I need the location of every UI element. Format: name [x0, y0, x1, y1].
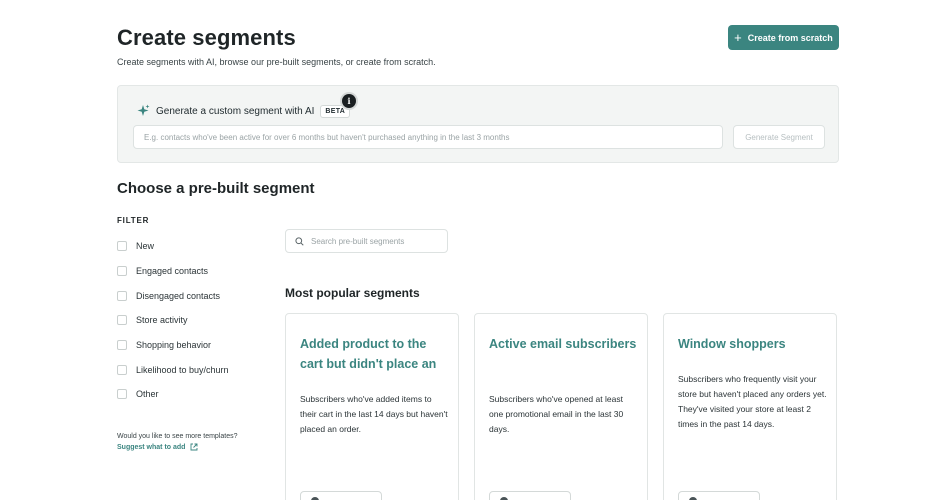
ai-prompt-placeholder: E.g. contacts who've been active for ove… [144, 132, 510, 142]
filter-item-store-activity[interactable]: Store activity [117, 308, 229, 333]
popular-segments-title: Most popular segments [285, 286, 420, 300]
filter-checkbox[interactable] [117, 241, 127, 252]
suggest-templates-link[interactable]: Suggest what to add [117, 443, 198, 451]
card-title: Added product to the cart but didn't pla… [300, 337, 437, 371]
card-title: Active email subscribers [489, 337, 637, 351]
filter-item-label: Likelihood to buy/churn [136, 364, 229, 375]
card-description: Subscribers who've opened at least one p… [489, 394, 624, 434]
filter-item-disengaged[interactable]: Disengaged contacts [117, 283, 229, 308]
segment-card-window-shoppers[interactable]: Window shoppers Subscribers who frequent… [663, 313, 837, 500]
ai-panel-header: Generate a custom segment with AI BETA [136, 104, 351, 118]
page-title: Create segments [117, 25, 296, 50]
filter-checkbox[interactable] [117, 315, 127, 326]
create-from-scratch-button[interactable]: + Create from scratch [728, 25, 839, 50]
use-segment-button[interactable] [300, 491, 382, 500]
filter-checkbox[interactable] [117, 364, 127, 375]
filter-item-label: Shopping behavior [136, 340, 212, 351]
filter-item-new[interactable]: New [117, 234, 229, 259]
filter-item-label: Other [136, 389, 159, 400]
suggest-link-label: Suggest what to add [117, 443, 186, 451]
filter-item-label: Store activity [136, 315, 188, 326]
external-link-icon [191, 443, 198, 451]
search-icon [295, 236, 304, 246]
filter-list: New Engaged contacts Disengaged contacts… [117, 234, 229, 407]
filter-item-shopping-behavior[interactable]: Shopping behavior [117, 333, 229, 358]
segment-card-abandoned-cart[interactable]: Added product to the cart but didn't pla… [285, 313, 459, 500]
search-input[interactable]: Search pre-built segments [285, 229, 448, 253]
filter-item-likelihood[interactable]: Likelihood to buy/churn [117, 357, 229, 382]
card-title: Window shoppers [678, 337, 786, 351]
filter-label: FILTER [117, 216, 150, 225]
search-placeholder: Search pre-built segments [311, 236, 405, 246]
use-segment-button[interactable] [678, 491, 760, 500]
create-from-scratch-label: Create from scratch [747, 32, 833, 43]
filter-item-label: Disengaged contacts [136, 290, 221, 301]
use-segment-button[interactable] [489, 491, 571, 500]
ai-panel-title: Generate a custom segment with AI [156, 105, 315, 117]
more-templates-text: Would you like to see more templates? [117, 433, 238, 440]
filter-item-label: Engaged contacts [136, 266, 209, 277]
info-icon[interactable]: i [342, 94, 356, 108]
card-description: Subscribers who frequently visit your st… [678, 374, 827, 429]
filter-item-other[interactable]: Other [117, 382, 229, 407]
ai-prompt-input[interactable]: E.g. contacts who've been active for ove… [133, 125, 723, 149]
ai-segment-panel: Generate a custom segment with AI BETA i… [117, 85, 839, 163]
page-subtitle: Create segments with AI, browse our pre-… [117, 57, 436, 67]
prebuilt-section-title: Choose a pre-built segment [117, 180, 315, 197]
sparkle-icon [137, 104, 150, 116]
filter-checkbox[interactable] [117, 266, 127, 277]
filter-item-engaged[interactable]: Engaged contacts [117, 259, 229, 284]
card-description: Subscribers who've added items to their … [300, 394, 448, 434]
filter-checkbox[interactable] [117, 290, 127, 301]
filter-checkbox[interactable] [117, 389, 127, 400]
segment-card-active-subscribers[interactable]: Active email subscribers Subscribers who… [474, 313, 648, 500]
filter-checkbox[interactable] [117, 340, 127, 351]
generate-segment-button[interactable]: Generate Segment [733, 125, 825, 149]
filter-item-label: New [136, 241, 155, 252]
plus-icon: + [734, 30, 742, 45]
